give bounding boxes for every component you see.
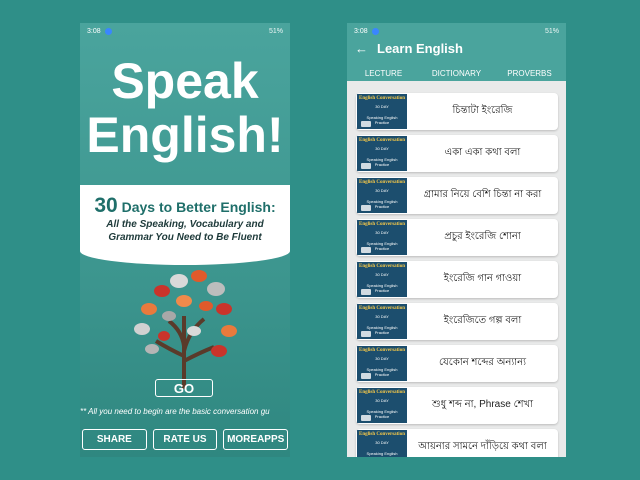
- status-bar: 3:08 51%: [347, 23, 566, 39]
- lesson-thumbnail: English Conversation 30 DAY Speaking Engli…: [357, 178, 407, 213]
- list-item[interactable]: English Conversation 30 DAY Speaking Engli…: [356, 429, 558, 457]
- list-item-label: ইংরেজি গান গাওয়া: [443, 273, 522, 284]
- list-item[interactable]: English Conversation 30 DAY Speaking Engli…: [356, 261, 558, 298]
- list-item[interactable]: English Conversation 30 DAY Speaking Engli…: [356, 303, 558, 340]
- notification-icon: [104, 27, 112, 35]
- list-item-label: গ্রামার নিয়ে বেশি চিন্তা না করা: [423, 189, 542, 200]
- tab-bar: LECTURE DICTIONARY PROVERBS: [347, 69, 566, 78]
- lesson-thumbnail: English Conversation 30 DAY Speaking Engli…: [357, 346, 407, 381]
- list-item[interactable]: English Conversation 30 DAY Speaking Engli…: [356, 387, 558, 424]
- pen-icon: [361, 121, 371, 127]
- tab-lecture[interactable]: LECTURE: [347, 69, 420, 78]
- thumbnail-days: 30 DAY: [375, 356, 389, 361]
- status-time: 3:08: [87, 27, 101, 35]
- app-bar: 3:08 51% ← Learn English LECTURE DICTION…: [347, 23, 566, 81]
- list-item-label: প্রচুর ইংরেজি শোনা: [444, 231, 521, 242]
- pen-icon: [361, 247, 371, 253]
- list-item[interactable]: English Conversation 30 DAY Speaking Engli…: [356, 177, 558, 214]
- lecture-list: English Conversation 30 DAY Speaking Engli…: [356, 93, 558, 457]
- thumbnail-days: 30 DAY: [375, 230, 389, 235]
- screen-title: Learn English: [377, 41, 463, 56]
- list-item-label: আয়নার সামনে দাঁড়িয়ে কথা বলা: [418, 441, 547, 452]
- status-indicators: 51%: [544, 27, 559, 35]
- list-item-label: ইংরেজিতে গল্প বলা: [443, 315, 522, 326]
- thumbnail-title: English Conversation: [359, 306, 405, 311]
- list-item-label: একা একা কথা বলা: [444, 147, 521, 158]
- subtitle-line-2: Grammar You Need to Be Fluent: [108, 232, 262, 243]
- bottom-buttons: SHARE RATE US MOREAPPS: [82, 429, 289, 450]
- thumbnail-days: 30 DAY: [375, 314, 389, 319]
- lecture-list-screen: 3:08 51% ← Learn English LECTURE DICTION…: [347, 23, 566, 457]
- share-button[interactable]: SHARE: [82, 429, 147, 450]
- lesson-thumbnail: English Conversation 30 DAY Speaking Engli…: [357, 262, 407, 297]
- thumbnail-title: English Conversation: [359, 222, 405, 227]
- thumbnail-title: English Conversation: [359, 390, 405, 395]
- status-bar: 3:08 51%: [80, 23, 290, 39]
- pen-icon: [361, 205, 371, 211]
- thumbnail-title: English Conversation: [359, 180, 405, 185]
- thumbnail-title: English Conversation: [359, 432, 405, 437]
- tab-proverbs[interactable]: PROVERBS: [493, 69, 566, 78]
- thumbnail-days: 30 DAY: [375, 104, 389, 109]
- lesson-thumbnail: English Conversation 30 DAY Speaking Engli…: [357, 388, 407, 423]
- list-item[interactable]: English Conversation 30 DAY Speaking Engli…: [356, 219, 558, 256]
- home-screen: 3:08 51% Speak English! 30 Days to Bette…: [80, 23, 290, 457]
- pen-icon: [361, 373, 371, 379]
- list-item[interactable]: English Conversation 30 DAY Speaking Engli…: [356, 93, 558, 130]
- list-item-label: চিন্তাটা ইংরেজি: [452, 105, 513, 116]
- thumbnail-days: 30 DAY: [375, 272, 389, 277]
- thumbnail-days: 30 DAY: [375, 188, 389, 193]
- thumbnail-days: 30 DAY: [375, 398, 389, 403]
- footnote: ** All you need to begin are the basic c…: [80, 407, 270, 416]
- thumbnail-days: 30 DAY: [375, 440, 389, 445]
- thumbnail-days: 30 DAY: [375, 146, 389, 151]
- back-arrow-icon[interactable]: ←: [355, 41, 368, 56]
- pen-icon: [361, 163, 371, 169]
- days-number: 30: [94, 194, 118, 217]
- tab-dictionary[interactable]: DICTIONARY: [420, 69, 493, 78]
- status-time: 3:08: [354, 27, 368, 35]
- subtitle: All the Speaking, Vocabulary and Grammar…: [80, 218, 290, 244]
- list-item-label: শুধু শব্দ না, Phrase শেখা: [431, 399, 534, 410]
- thumbnail-title: English Conversation: [359, 348, 405, 353]
- pen-icon: [361, 415, 371, 421]
- thumbnail-title: English Conversation: [359, 264, 405, 269]
- lesson-thumbnail: English Conversation 30 DAY Speaking Engli…: [357, 136, 407, 171]
- lesson-thumbnail: English Conversation 30 DAY Speaking Engli…: [357, 430, 407, 457]
- thumbnail-title: English Conversation: [359, 138, 405, 143]
- thumbnail-title: English Conversation: [359, 96, 405, 101]
- title-line-2: English!: [86, 107, 284, 163]
- list-item[interactable]: English Conversation 30 DAY Speaking Engli…: [356, 345, 558, 382]
- go-button[interactable]: GO: [155, 379, 213, 397]
- lesson-thumbnail: English Conversation 30 DAY Speaking Engli…: [357, 220, 407, 255]
- rate-us-button[interactable]: RATE US: [152, 429, 218, 450]
- days-heading: 30 Days to Better English:: [80, 194, 290, 218]
- pen-icon: [361, 289, 371, 295]
- more-apps-button[interactable]: MOREAPPS: [223, 429, 289, 450]
- lesson-thumbnail: English Conversation 30 DAY Speaking Engli…: [357, 94, 407, 129]
- title-line-1: Speak: [111, 53, 259, 109]
- list-item[interactable]: English Conversation 30 DAY Speaking Engli…: [356, 135, 558, 172]
- status-indicators: 51%: [268, 27, 283, 35]
- list-item-label: যেকোন শব্দের অন্যান্য: [438, 357, 526, 368]
- pen-icon: [361, 331, 371, 337]
- lesson-thumbnail: English Conversation 30 DAY Speaking Engli…: [357, 304, 407, 339]
- speech-tree-illustration: [134, 270, 237, 389]
- days-text: Days to Better English:: [117, 199, 276, 215]
- notification-icon: [371, 27, 379, 35]
- subtitle-line-1: All the Speaking, Vocabulary and: [106, 219, 264, 230]
